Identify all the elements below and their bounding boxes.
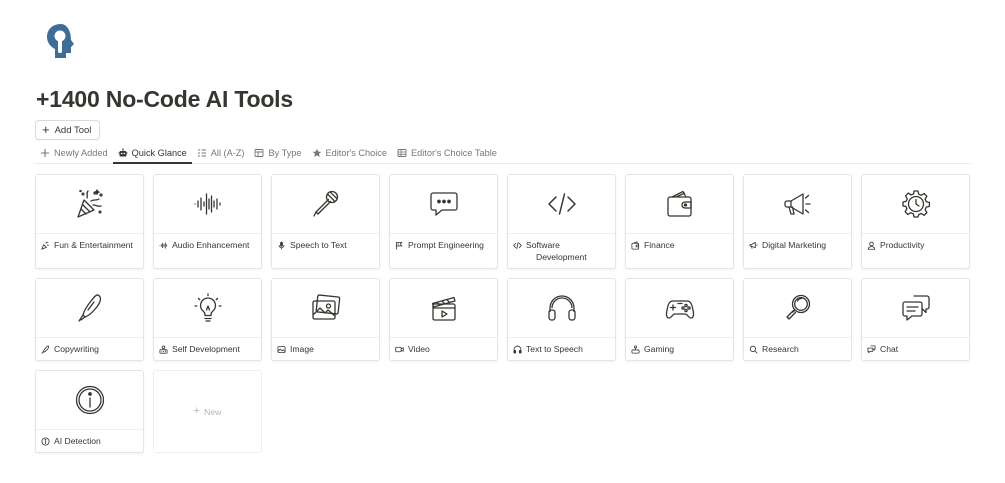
brand-head-logo-icon: [47, 24, 74, 58]
tab-label: By Type: [268, 148, 302, 158]
card-gaming[interactable]: Gaming: [625, 278, 734, 361]
plus-icon: +: [42, 122, 50, 137]
page-title: +1400 No-Code AI Tools: [36, 86, 293, 112]
new-card-button[interactable]: + New: [153, 370, 262, 453]
card-image[interactable]: Image: [271, 278, 380, 361]
robot-icon: [118, 148, 128, 157]
card-label: Image: [290, 344, 314, 354]
person-gear-icon: [867, 241, 876, 250]
tab-label: Editor's Choice Table: [411, 148, 497, 158]
plus-icon: +: [193, 405, 201, 417]
category-gallery-row-2: Copywriting Self Development Image Video…: [35, 278, 971, 453]
tab-quick-glance[interactable]: Quick Glance: [112, 143, 192, 164]
card-software-development[interactable]: Software Development: [507, 174, 616, 269]
new-card-label: New: [204, 406, 222, 417]
magnifier-icon: [785, 294, 810, 320]
category-gallery: Fun & Entertainment Audio Enhancement Sp…: [35, 174, 971, 269]
image-icon: [311, 294, 340, 320]
card-finance[interactable]: Finance: [625, 174, 734, 269]
lightbulb-icon: [193, 293, 222, 322]
card-video[interactable]: Video: [389, 278, 498, 361]
tab-newly-added[interactable]: Newly Added: [35, 143, 113, 163]
speech-bubble-icon: [429, 192, 458, 216]
card-label: Speech to Text: [290, 240, 347, 250]
card-fun-entertainment[interactable]: Fun & Entertainment: [35, 174, 144, 269]
prompt-flag-icon: [395, 241, 403, 250]
code-brackets-icon: [547, 193, 576, 215]
plus-icon: [41, 149, 49, 157]
megaphone-icon: [783, 193, 811, 215]
card-label-line2: Development: [536, 252, 587, 262]
card-label-line1: Software: [526, 240, 560, 250]
sort-list-icon: [197, 149, 206, 157]
quill-pen-icon: [41, 344, 50, 354]
add-tool-label: Add Tool: [54, 124, 92, 136]
card-label: Research: [762, 344, 799, 354]
chat-bubbles-icon: [901, 295, 930, 321]
card-digital-marketing[interactable]: Digital Marketing: [743, 174, 852, 269]
microphone-icon: [278, 241, 285, 249]
card-label: Self Development: [172, 344, 240, 354]
card-prompt-engineering[interactable]: Prompt Engineering: [389, 174, 498, 269]
user-chart-icon: [159, 344, 168, 354]
headphones-icon: [547, 295, 576, 321]
card-label: AI Detection: [54, 436, 101, 446]
card-copywriting[interactable]: Copywriting: [35, 278, 144, 361]
card-self-development[interactable]: Self Development: [153, 278, 262, 361]
view-tabs: Newly Added Quick Glance All (A-Z) By Ty…: [35, 144, 971, 164]
code-brackets-icon: [513, 241, 522, 249]
clapperboard-icon: [431, 296, 456, 321]
card-label: Text to Speech: [526, 344, 583, 354]
board-icon: [255, 149, 264, 157]
card-label: Prompt Engineering: [408, 240, 484, 250]
chat-bubbles-icon: [867, 344, 876, 353]
tab-editors-choice[interactable]: Editor's Choice: [307, 143, 393, 163]
card-label: Audio Enhancement: [172, 240, 250, 250]
card-speech-to-text[interactable]: Speech to Text: [271, 174, 380, 269]
tab-all-a-z[interactable]: All (A-Z): [192, 143, 250, 163]
wallet-icon: [666, 190, 692, 217]
tab-label: All (A-Z): [210, 148, 245, 158]
info-circle-icon: [41, 436, 50, 446]
party-popper-icon: [76, 189, 103, 218]
tab-by-type[interactable]: By Type: [249, 143, 306, 163]
gear-clock-icon: [901, 190, 930, 218]
search-icon: [749, 345, 758, 354]
card-chat[interactable]: Chat: [861, 278, 970, 361]
tab-label: Newly Added: [54, 148, 108, 158]
tab-label: Editor's Choice: [325, 148, 388, 158]
quill-pen-icon: [77, 294, 101, 322]
table-icon: [397, 149, 407, 157]
card-label: Video: [408, 344, 430, 354]
tab-label: Quick Glance: [131, 148, 187, 158]
card-label: Chat: [880, 344, 899, 354]
sound-wave-icon: [159, 241, 168, 249]
card-research[interactable]: Research: [743, 278, 852, 361]
megaphone-icon: [749, 241, 758, 249]
sound-wave-icon: [193, 193, 221, 215]
star-icon: [312, 148, 321, 157]
card-label: Copywriting: [54, 344, 99, 354]
info-circle-icon: [75, 385, 104, 415]
card-text-to-speech[interactable]: Text to Speech: [507, 278, 616, 361]
add-tool-button[interactable]: + Add Tool: [35, 120, 101, 140]
card-audio-enhancement[interactable]: Audio Enhancement: [153, 174, 262, 269]
tab-editors-choice-table[interactable]: Editor's Choice Table: [392, 143, 502, 163]
card-label: Productivity: [880, 240, 925, 250]
wallet-icon: [631, 240, 640, 250]
card-label: Fun & Entertainment: [54, 240, 133, 250]
card-label: Digital Marketing: [762, 240, 826, 250]
microphone-icon: [312, 190, 338, 217]
party-popper-icon: [41, 241, 50, 250]
card-label: Gaming: [644, 344, 675, 354]
image-icon: [277, 345, 286, 353]
card-productivity[interactable]: Productivity: [861, 174, 970, 269]
gamepad-icon: [665, 300, 694, 319]
headphones-icon: [513, 345, 522, 354]
joystick-icon: [631, 344, 640, 354]
card-label: Finance: [644, 240, 675, 250]
video-camera-icon: [395, 346, 404, 352]
card-ai-detection[interactable]: AI Detection: [35, 370, 144, 453]
